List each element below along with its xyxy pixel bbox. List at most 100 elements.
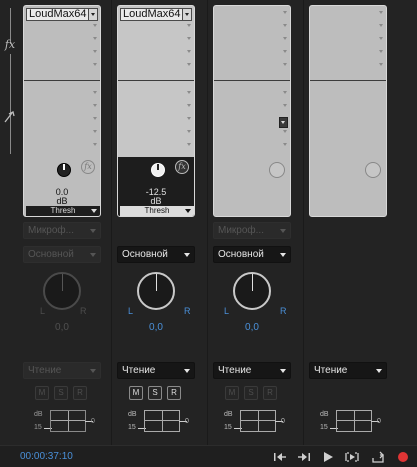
send-slot[interactable] [118, 102, 194, 114]
effect-slot[interactable] [118, 61, 194, 73]
bypass-circle-icon[interactable] [365, 162, 381, 178]
effect-name: LoudMax64 [29, 8, 87, 20]
send-slot[interactable] [214, 141, 290, 153]
send-slot[interactable] [24, 141, 100, 153]
fx-bypass-icon[interactable]: fx [175, 160, 189, 174]
chevron-down-icon [187, 91, 191, 94]
effect-dropdown-icon[interactable] [88, 9, 97, 20]
pan-right-label: R [280, 306, 287, 316]
go-to-start-icon[interactable] [272, 449, 288, 465]
solo-button[interactable]: S [54, 386, 68, 400]
solo-button[interactable]: S [148, 386, 162, 400]
record-arm-button[interactable]: R [167, 386, 181, 400]
effect-dropdown-icon[interactable] [182, 9, 191, 20]
go-to-end-icon[interactable] [296, 449, 312, 465]
effect-slot[interactable] [310, 35, 386, 47]
loop-play-icon[interactable] [344, 449, 360, 465]
effect-slot[interactable] [214, 48, 290, 60]
effect-slot[interactable] [310, 9, 386, 21]
meter-scale-label: 15 [128, 424, 136, 431]
mute-button[interactable]: M [129, 386, 143, 400]
pan-knob[interactable] [137, 272, 175, 310]
chevron-down-icon [283, 24, 287, 27]
effect-param-knob[interactable] [57, 163, 71, 177]
send-slot[interactable] [24, 89, 100, 101]
param-name: Thresh [50, 206, 76, 215]
bracket-line [10, 54, 11, 154]
output-label: Основной [218, 249, 264, 260]
chevron-down-icon [90, 369, 96, 373]
record-arm-button[interactable]: R [73, 386, 87, 400]
input-select[interactable]: Микроф... [213, 222, 291, 239]
effect-param-area: fx -12.5 dB Thresh [118, 157, 194, 216]
chevron-down-icon [283, 37, 287, 40]
send-slot[interactable] [214, 89, 290, 101]
effect-slot[interactable] [214, 9, 290, 21]
effect-slot[interactable] [214, 61, 290, 73]
meter-db-label: dB [128, 411, 137, 418]
mute-button[interactable]: M [225, 386, 239, 400]
effect-slot[interactable] [214, 35, 290, 47]
chevron-down-icon [93, 130, 97, 133]
automation-mode-select[interactable]: Чтение [23, 362, 101, 379]
effect-slot[interactable] [118, 48, 194, 60]
track-divider [303, 0, 304, 445]
fx-bypass-icon[interactable]: fx [81, 160, 95, 174]
pan-knob[interactable] [43, 272, 81, 310]
send-slot[interactable] [24, 115, 100, 127]
send-slot[interactable] [118, 141, 194, 153]
automation-mode-select[interactable]: Чтение [309, 362, 387, 379]
output-select[interactable]: Основной [117, 246, 195, 263]
effect-slot[interactable] [118, 35, 194, 47]
pan-knob[interactable] [233, 272, 271, 310]
effect-param-knob[interactable] [151, 163, 165, 177]
play-icon[interactable] [320, 449, 336, 465]
output-select[interactable]: Основной [213, 246, 291, 263]
send-slot[interactable] [214, 102, 290, 114]
chevron-down-icon [90, 253, 96, 257]
chevron-down-icon [283, 104, 287, 107]
send-slot[interactable] [214, 128, 290, 140]
effect-slot[interactable] [24, 48, 100, 60]
effect-slot[interactable] [310, 48, 386, 60]
effect-slot-1[interactable]: LoudMax64 [120, 8, 192, 21]
pan-value: 0,0 [149, 322, 163, 333]
pan-value: 0,0 [245, 322, 259, 333]
send-dropdown-button[interactable] [279, 117, 288, 128]
effect-slot[interactable] [24, 35, 100, 47]
effect-slot[interactable] [24, 61, 100, 73]
send-slot[interactable] [118, 115, 194, 127]
solo-button[interactable]: S [244, 386, 258, 400]
send-slot[interactable] [118, 89, 194, 101]
effect-slot-1[interactable]: LoudMax64 [26, 8, 98, 21]
pan-left-label: L [128, 306, 134, 316]
chevron-down-icon [280, 229, 286, 233]
send-slot[interactable] [118, 128, 194, 140]
effect-slot[interactable] [118, 22, 194, 34]
rack-separator [310, 80, 386, 81]
effect-name: LoudMax64 [123, 8, 181, 20]
automation-mode-select[interactable]: Чтение [117, 362, 195, 379]
record-arm-button[interactable]: R [263, 386, 277, 400]
send-slot[interactable] [24, 102, 100, 114]
effect-slot[interactable] [310, 22, 386, 34]
send-slot[interactable] [24, 128, 100, 140]
effect-slot[interactable] [214, 22, 290, 34]
mute-button[interactable]: M [35, 386, 49, 400]
input-select[interactable]: Микроф... [23, 222, 101, 239]
level-meter: dB 15 0 [30, 409, 100, 439]
loop-icon[interactable] [370, 449, 386, 465]
chevron-down-icon [93, 24, 97, 27]
meter-db-label: dB [34, 411, 43, 418]
track-strip-1: LoudMax64 fx 0.0 dB Thresh Микроф... Осн… [20, 0, 104, 445]
automation-mode-select[interactable]: Чтение [213, 362, 291, 379]
output-select[interactable]: Основной [23, 246, 101, 263]
effect-slot[interactable] [24, 22, 100, 34]
bypass-circle-icon[interactable] [269, 162, 285, 178]
timecode-display[interactable]: 00:00:37:10 [20, 451, 73, 462]
effect-slot[interactable] [310, 61, 386, 73]
param-selector[interactable]: Thresh [120, 206, 194, 216]
record-icon[interactable] [398, 452, 408, 462]
param-selector[interactable]: Thresh [26, 206, 100, 216]
effects-rack: LoudMax64 fx -12.5 dB Thresh [117, 5, 195, 217]
